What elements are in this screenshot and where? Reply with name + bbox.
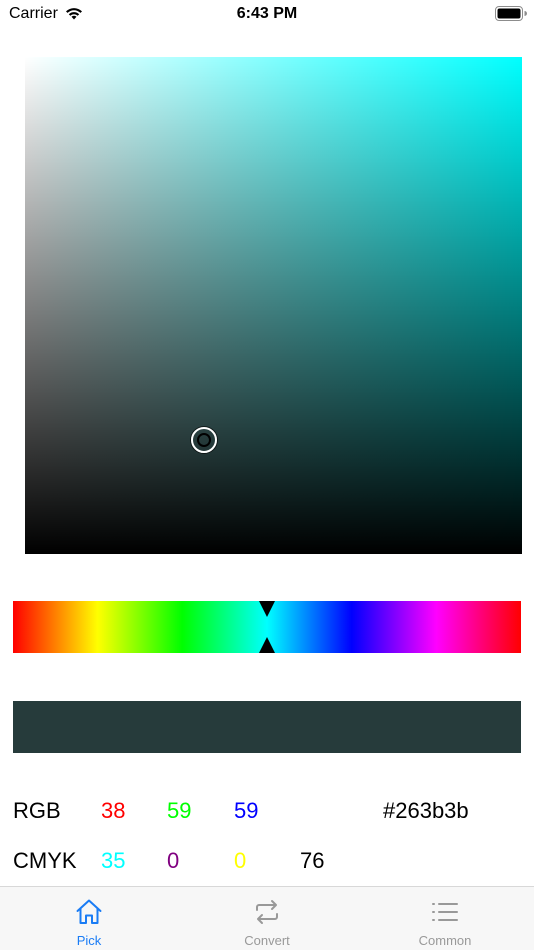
cmyk-cyan-value: 35 xyxy=(101,848,126,873)
cmyk-label: CMYK xyxy=(13,848,77,873)
tab-convert-label: Convert xyxy=(244,933,290,948)
selector-handle-ring xyxy=(196,432,211,447)
tab-pick[interactable]: Pick xyxy=(0,887,178,950)
cmyk-yellow-value: 0 xyxy=(234,848,247,873)
rgb-blue-value: 59 xyxy=(234,798,259,823)
rgb-green-value: 59 xyxy=(167,798,192,823)
color-preview-swatch xyxy=(13,701,521,753)
tab-pick-label: Pick xyxy=(76,933,102,948)
brightness-layer xyxy=(25,57,522,554)
tab-bar: Pick Convert Common xyxy=(0,886,534,950)
battery-icon xyxy=(495,6,527,21)
color-selector-handle[interactable] xyxy=(190,426,217,453)
handle-top-arrow-icon xyxy=(259,601,275,617)
rgb-label: RGB xyxy=(13,798,61,823)
cmyk-magenta-value: 0 xyxy=(167,848,180,873)
hue-slider[interactable] xyxy=(13,601,521,653)
handle-bottom-arrow-icon xyxy=(259,637,275,653)
status-bar: Carrier 6:43 PM xyxy=(0,0,534,28)
hex-value[interactable]: #263b3b xyxy=(383,798,469,824)
clock: 6:43 PM xyxy=(236,5,298,22)
saturation-brightness-picker[interactable] xyxy=(25,57,522,554)
rgb-red-value: 38 xyxy=(101,798,126,823)
color-picker-screen: Carrier 6:43 PM RGB 38 59 59 #263b3b CMY… xyxy=(0,0,534,950)
tab-common[interactable]: Common xyxy=(356,887,534,950)
tab-convert[interactable]: Convert xyxy=(178,887,356,950)
cmyk-key-value: 76 xyxy=(300,848,325,873)
list-icon xyxy=(432,903,458,921)
home-icon xyxy=(76,899,102,924)
repeat-icon xyxy=(256,900,278,924)
tab-common-label: Common xyxy=(418,933,472,948)
